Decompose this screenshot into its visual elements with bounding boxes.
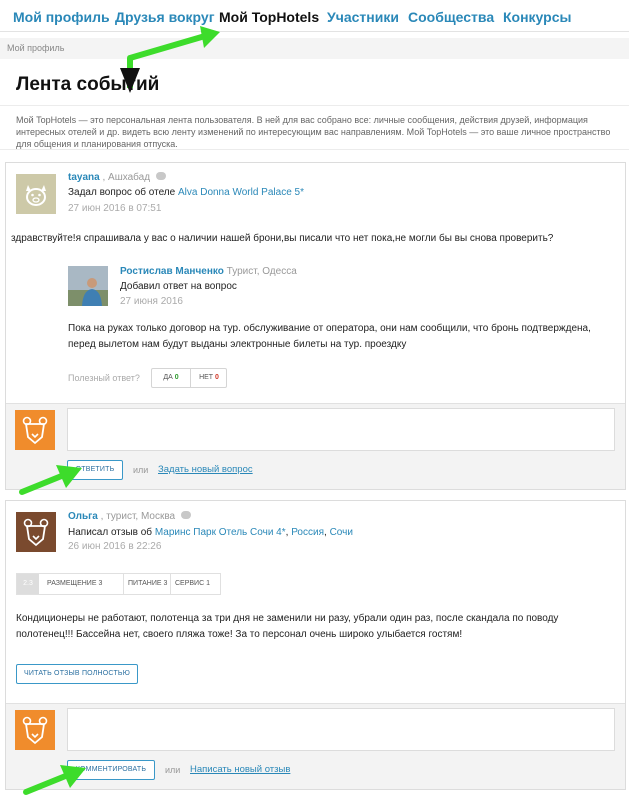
comment-button[interactable]: комментировать (67, 760, 155, 780)
page-title: Лента событий (16, 74, 160, 95)
breadcrumb-item[interactable]: Мой профиль (7, 43, 64, 53)
user-name[interactable]: Ольга (68, 511, 98, 522)
answer-date: 27 июня 2016 (120, 296, 183, 307)
pig-avatar-icon[interactable] (16, 174, 56, 214)
action-text: Задал вопрос об отеле (68, 187, 176, 198)
answer-avatar[interactable] (68, 266, 108, 306)
event-header: Ольга , турист, Москва (68, 511, 191, 522)
reply-footer: ответить или Задать новый вопрос (6, 403, 625, 489)
user-meta: , Ашхабад (102, 172, 151, 183)
comment-footer: комментировать или Написать новый отзыв (6, 703, 625, 789)
answer-user-name[interactable]: Ростислав Манченко (120, 266, 224, 277)
or-text: или (165, 765, 181, 775)
new-review-link[interactable]: Написать новый отзыв (190, 764, 290, 775)
hotel-link[interactable]: Маринс Парк Отель Сочи 4* (155, 527, 286, 538)
bear-avatar-icon (15, 410, 55, 450)
bear-avatar-icon (15, 710, 55, 750)
nav-my-profile[interactable]: Мой профиль (13, 9, 110, 25)
feed-event-review: Ольга , турист, Москва Написал отзыв об … (5, 500, 626, 790)
nav-communities[interactable]: Сообщества (408, 9, 494, 25)
useful-label: Полезный ответ? (68, 373, 140, 383)
top-navigation: Мой профиль Друзья вокруг Мой TopHotels … (0, 0, 629, 32)
vote-no-button[interactable]: нет 0 (191, 369, 227, 387)
user-meta: , турист, Москва (100, 511, 176, 522)
reply-textarea[interactable] (67, 408, 615, 451)
no-count: 0 (215, 374, 219, 381)
bear-avatar-icon[interactable] (16, 512, 56, 552)
rating-service: Сервис 1 (170, 574, 214, 594)
answer-header: Ростислав Манченко Турист, Одесса (120, 266, 297, 277)
breadcrumb: Мой профиль (0, 38, 629, 59)
new-question-link[interactable]: Задать новый вопрос (158, 464, 253, 475)
rating-accommodation: Размещение 3 (47, 580, 103, 587)
user-name[interactable]: tayana (68, 172, 100, 183)
yes-count: 0 (174, 374, 179, 381)
event-header: tayana , Ашхабад (68, 172, 166, 183)
comment-textarea[interactable] (67, 708, 615, 751)
feed-event-question: tayana , Ашхабад Задал вопрос об отеле A… (5, 162, 626, 490)
vote-yes-button[interactable]: да 0 (152, 369, 190, 387)
read-review-button[interactable]: читать отзыв полностью (16, 664, 138, 684)
useful-vote: да 0 нет 0 (151, 368, 227, 388)
event-date: 27 июн 2016 в 07:51 (68, 203, 162, 214)
country-link[interactable]: Россия (291, 527, 324, 538)
no-label: нет (199, 374, 214, 381)
intro-panel: Мой TopHotels — это персональная лента п… (0, 105, 629, 150)
city-link[interactable]: Сочи (330, 527, 353, 538)
action-text: Написал отзыв об (68, 527, 153, 538)
answer-action: Добавил ответ на вопрос (120, 281, 237, 292)
nav-members[interactable]: Участники (327, 9, 399, 25)
question-text: здравствуйте!я спрашивала у вас о наличи… (11, 233, 554, 244)
yes-label: да (163, 374, 173, 381)
event-date: 26 июн 2016 в 22:26 (68, 541, 162, 552)
or-text: или (133, 465, 149, 475)
rating-bar: 2.3 Размещение 3 Питание 3 Сервис 1 (16, 573, 221, 595)
hotel-link[interactable]: Alva Donna World Palace 5* (178, 187, 304, 198)
event-action: Задал вопрос об отеле Alva Donna World P… (68, 187, 304, 198)
event-action: Написал отзыв об Маринс Парк Отель Сочи … (68, 527, 353, 538)
review-text: Кондиционеры не работают, полотенца за т… (16, 613, 559, 640)
nav-friends[interactable]: Друзья вокруг (115, 9, 215, 25)
nav-my-tophotels[interactable]: Мой TopHotels (219, 9, 319, 25)
chat-bubble-icon[interactable] (180, 511, 191, 520)
rating-food: Питание 3 (123, 574, 171, 594)
answer-user-meta: Турист, Одесса (226, 266, 297, 277)
nav-contests[interactable]: Конкурсы (503, 9, 571, 25)
reply-button[interactable]: ответить (67, 460, 123, 480)
chat-bubble-icon[interactable] (155, 172, 166, 181)
answer-text: Пока на руках только договор на тур. обс… (68, 323, 591, 350)
intro-text: Мой TopHotels — это персональная лента п… (16, 115, 611, 149)
overall-score: 2.3 (17, 574, 39, 594)
